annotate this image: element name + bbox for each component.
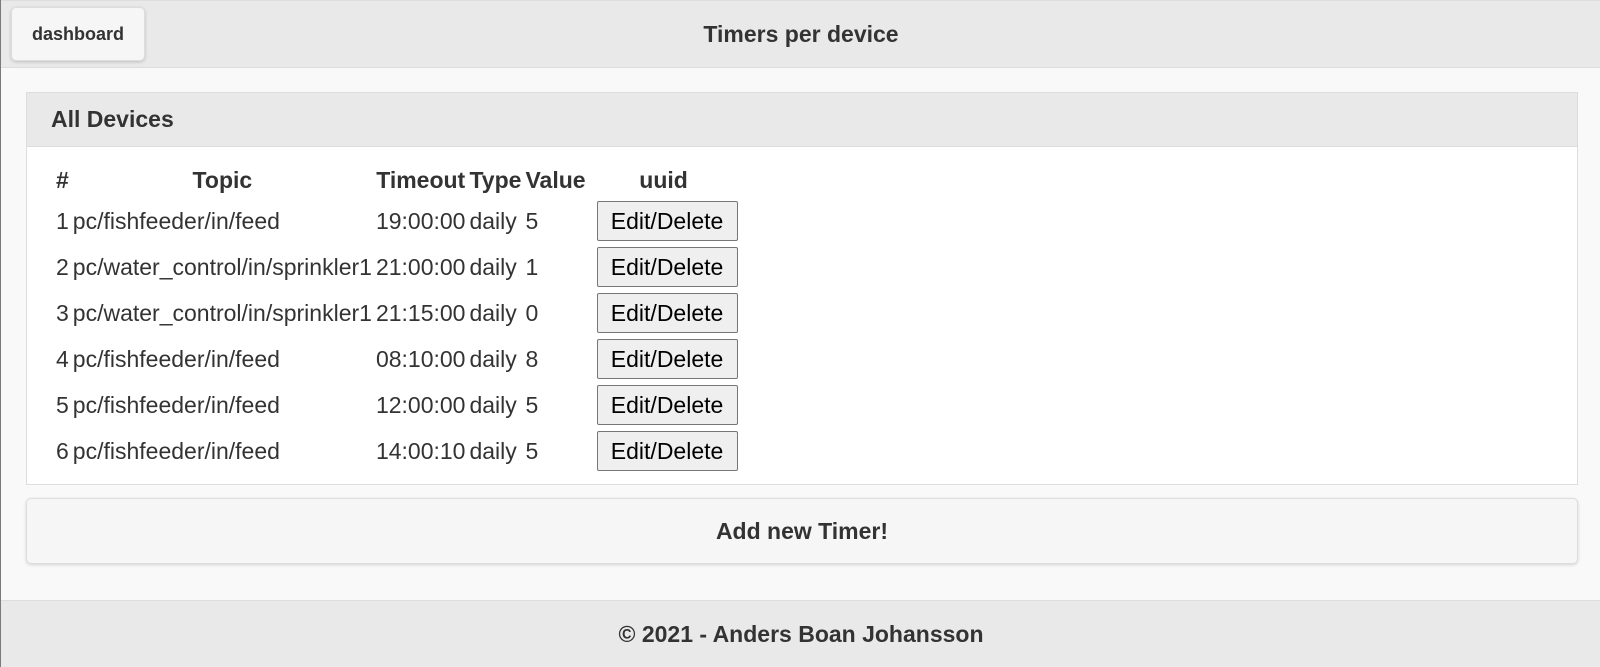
row-value: 0 bbox=[525, 299, 539, 326]
header-bar: dashboard Timers per device bbox=[1, 0, 1600, 68]
row-value: 5 bbox=[525, 207, 539, 234]
row-topic: pc/fishfeeder/in/feed bbox=[72, 207, 280, 234]
row-timeout: 12:00:00 bbox=[375, 391, 466, 418]
row-number: 2 bbox=[56, 253, 69, 280]
row-number: 5 bbox=[56, 391, 69, 418]
row-type: daily bbox=[469, 345, 517, 372]
row-topic: pc/fishfeeder/in/feed bbox=[72, 391, 280, 418]
add-new-timer-button[interactable]: Add new Timer! bbox=[26, 498, 1578, 564]
row-type: daily bbox=[469, 253, 517, 280]
all-devices-panel: All Devices # Topic Timeout Type Value u… bbox=[26, 92, 1578, 485]
column-header-value: Value bbox=[525, 166, 586, 193]
row-topic: pc/water_control/in/sprinkler1 bbox=[72, 299, 372, 326]
page-title: Timers per device bbox=[703, 21, 899, 47]
row-number: 3 bbox=[56, 299, 69, 326]
row-number: 6 bbox=[56, 437, 69, 464]
row-type: daily bbox=[469, 207, 517, 234]
row-action-cell: Edit/Delete bbox=[589, 291, 739, 335]
column-header-uuid: uuid bbox=[639, 166, 688, 193]
row-type: daily bbox=[469, 299, 517, 326]
row-type: daily bbox=[469, 391, 517, 418]
row-topic: pc/fishfeeder/in/feed bbox=[72, 437, 280, 464]
timers-table: # Topic Timeout Type Value uuid 1 pc/fis… bbox=[53, 161, 741, 475]
column-header-topic: Topic bbox=[192, 166, 253, 193]
table-row: 5 pc/fishfeeder/in/feed 12:00:00 daily 5… bbox=[55, 383, 739, 427]
row-action-cell: Edit/Delete bbox=[589, 245, 739, 289]
row-timeout: 08:10:00 bbox=[375, 345, 466, 372]
row-value: 8 bbox=[525, 345, 539, 372]
row-value: 5 bbox=[525, 437, 539, 464]
row-timeout: 21:00:00 bbox=[375, 253, 466, 280]
table-header-row: # Topic Timeout Type Value uuid bbox=[55, 163, 739, 197]
row-type: daily bbox=[469, 437, 517, 464]
dashboard-button[interactable]: dashboard bbox=[11, 7, 145, 61]
row-topic: pc/fishfeeder/in/feed bbox=[72, 345, 280, 372]
row-topic: pc/water_control/in/sprinkler1 bbox=[72, 253, 372, 280]
row-action-cell: Edit/Delete bbox=[589, 337, 739, 381]
row-action-cell: Edit/Delete bbox=[589, 199, 739, 243]
row-value: 5 bbox=[525, 391, 539, 418]
edit-delete-button[interactable]: Edit/Delete bbox=[596, 385, 738, 425]
table-row: 3 pc/water_control/in/sprinkler1 21:15:0… bbox=[55, 291, 739, 335]
column-header-type: Type bbox=[469, 166, 522, 193]
row-action-cell: Edit/Delete bbox=[589, 383, 739, 427]
row-timeout: 21:15:00 bbox=[375, 299, 466, 326]
edit-delete-button[interactable]: Edit/Delete bbox=[596, 201, 738, 241]
edit-delete-button[interactable]: Edit/Delete bbox=[596, 431, 738, 471]
row-value: 1 bbox=[525, 253, 539, 280]
footer: © 2021 - Anders Boan Johansson bbox=[1, 600, 1600, 667]
row-action-cell: Edit/Delete bbox=[589, 429, 739, 473]
row-timeout: 19:00:00 bbox=[375, 207, 466, 234]
table-row: 4 pc/fishfeeder/in/feed 08:10:00 daily 8… bbox=[55, 337, 739, 381]
edit-delete-button[interactable]: Edit/Delete bbox=[596, 293, 738, 333]
table-row: 6 pc/fishfeeder/in/feed 14:00:10 daily 5… bbox=[55, 429, 739, 473]
row-timeout: 14:00:10 bbox=[375, 437, 466, 464]
panel-title: All Devices bbox=[27, 93, 1577, 147]
column-header-number: # bbox=[56, 166, 69, 193]
table-row: 2 pc/water_control/in/sprinkler1 21:00:0… bbox=[55, 245, 739, 289]
edit-delete-button[interactable]: Edit/Delete bbox=[596, 247, 738, 287]
row-number: 4 bbox=[56, 345, 69, 372]
column-header-timeout: Timeout bbox=[376, 166, 466, 193]
table-row: 1 pc/fishfeeder/in/feed 19:00:00 daily 5… bbox=[55, 199, 739, 243]
row-number: 1 bbox=[56, 207, 69, 234]
edit-delete-button[interactable]: Edit/Delete bbox=[596, 339, 738, 379]
